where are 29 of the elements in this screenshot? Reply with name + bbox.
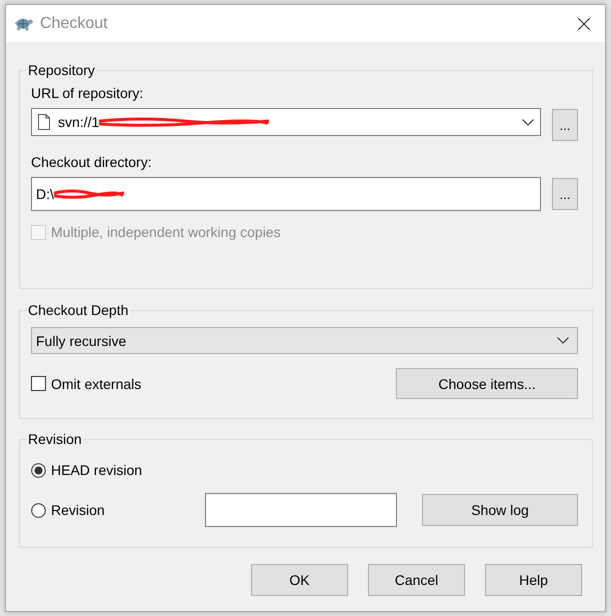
radio-button[interactable] [31,462,46,478]
chevron-down-icon [557,337,569,344]
radio-button[interactable] [31,502,46,518]
revision-input[interactable] [205,493,397,527]
window-title: Checkout [40,14,108,32]
group-title: Checkout Depth [27,301,130,319]
dialog-button[interactable]: Cancel [368,564,465,596]
radio-label: Revision [51,502,105,518]
field-label: Checkout directory: [31,153,152,171]
turtle-icon [14,16,34,30]
browse-button[interactable]: ... [552,178,578,210]
directory-field[interactable]: D:\ [31,177,541,211]
dialog-button[interactable]: OK [251,564,348,596]
document-icon [38,114,50,130]
checkbox[interactable] [31,376,46,391]
field-label: URL of repository: [31,84,144,102]
choose-items-button[interactable]: Choose items... [396,368,578,399]
show-log-button[interactable]: Show log [422,494,578,526]
group-title: Revision [27,430,83,448]
checkbox-label: Multiple, independent working copies [51,224,281,240]
checkbox-label: Omit externals [51,376,142,392]
close-icon[interactable] [577,16,591,30]
group-title: Repository [27,61,96,79]
depth-dropdown[interactable]: Fully recursive [31,327,578,354]
dialog-button[interactable]: Help [485,564,582,596]
radio-label: HEAD revision [51,462,142,478]
url-combobox[interactable]: svn://1 [31,108,541,136]
chevron-down-icon [522,118,534,126]
browse-button[interactable]: ... [552,109,578,141]
